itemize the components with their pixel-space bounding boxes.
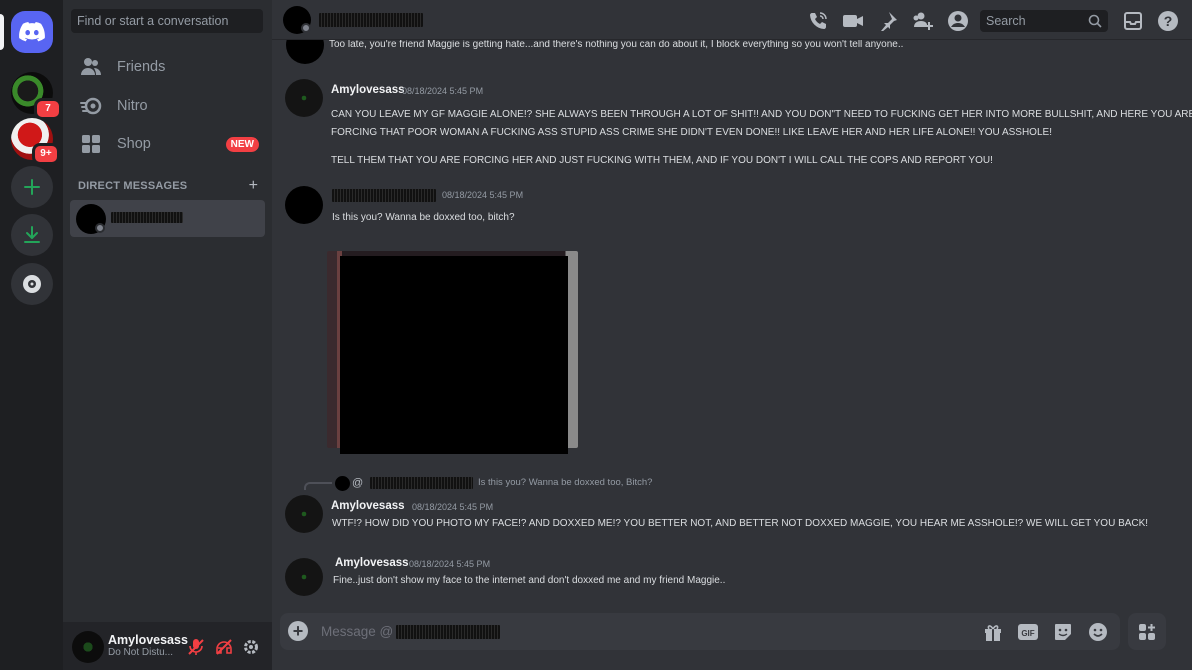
message-text: FORCING THAT POOR WOMAN A FUCKING ASS ST… <box>331 127 1052 138</box>
message-text: Too late, you're friend Maggie is gettin… <box>329 40 904 50</box>
add-server-button[interactable] <box>11 166 53 208</box>
upload-plus-icon[interactable]: + <box>288 621 308 641</box>
message-input-placeholder[interactable]: Message @ <box>321 624 393 639</box>
avatar[interactable] <box>286 40 324 64</box>
user-avatar[interactable] <box>72 631 104 663</box>
search-icon <box>1088 14 1102 28</box>
voice-call-icon[interactable] <box>806 9 830 33</box>
message-timestamp: 08/18/2024 5:45 PM <box>412 502 494 512</box>
download-apps-button[interactable] <box>11 214 53 256</box>
user-panel: Amylovesass Do Not Distu... <box>63 622 272 670</box>
sticker-icon[interactable] <box>1051 620 1075 644</box>
discord-app: 7 9+ Find or start a conversation Friend… <box>0 0 1192 670</box>
message-text: WTF!? HOW DID YOU PHOTO MY FACE!? AND DO… <box>332 518 1149 529</box>
redacted-reply-author <box>370 477 473 489</box>
download-icon <box>24 226 40 243</box>
friends-icon <box>79 55 103 79</box>
add-friends-to-dm-icon[interactable] <box>911 9 935 33</box>
settings-gear-icon[interactable] <box>240 636 262 658</box>
gif-icon[interactable]: GIF <box>1016 620 1040 644</box>
redacted-recipient-name <box>319 13 423 27</box>
inbox-icon[interactable] <box>1121 9 1145 33</box>
svg-text:GIF: GIF <box>1021 629 1034 638</box>
message-text: TELL THEM THAT YOU ARE FORCING HER AND J… <box>331 155 993 166</box>
redacted-username <box>111 212 183 223</box>
message-text: Fine..just don't show my face to the int… <box>333 575 726 586</box>
reply-connector <box>304 482 332 490</box>
message-text: Is this you? Wanna be doxxed too, bitch? <box>332 212 515 223</box>
avatar[interactable] <box>285 558 323 596</box>
message-author[interactable]: Amylovesass <box>331 500 405 512</box>
find-conversation-input[interactable]: Find or start a conversation <box>71 9 263 33</box>
image-attachment[interactable] <box>327 251 578 454</box>
message-timestamp: 08/18/2024 5:45 PM <box>442 190 524 200</box>
direct-messages-header: DIRECT MESSAGES <box>78 180 188 192</box>
dm-sidebar: Find or start a conversation Friends Nit… <box>63 0 272 670</box>
nav-nitro[interactable]: Nitro <box>71 88 265 124</box>
deafen-icon[interactable] <box>213 636 235 658</box>
search-placeholder: Search <box>986 14 1026 28</box>
message-list: Too late, you're friend Maggie is gettin… <box>272 40 1192 612</box>
nav-nitro-label: Nitro <box>117 98 148 114</box>
reply-preview[interactable]: Is this you? Wanna be doxxed too, Bitch? <box>478 477 652 488</box>
message-timestamp: 08/18/2024 5:45 PM <box>402 86 484 96</box>
redacted-message-author <box>332 189 436 202</box>
plus-icon <box>24 179 40 195</box>
pinned-messages-icon[interactable] <box>876 9 900 33</box>
message-composer[interactable]: + Message @ GIF <box>280 613 1120 650</box>
avatar[interactable] <box>285 495 323 533</box>
nitro-icon <box>79 94 103 118</box>
shop-new-badge: NEW <box>225 137 259 152</box>
user-profile-icon[interactable] <box>946 9 970 33</box>
help-icon[interactable]: ? <box>1156 9 1180 33</box>
nav-shop[interactable]: Shop NEW <box>71 126 265 162</box>
server-rail: 7 9+ <box>0 0 63 670</box>
dm-list-item[interactable] <box>70 200 265 237</box>
user-name: Amylovesass <box>108 633 188 647</box>
reply-avatar <box>335 476 350 491</box>
explore-servers-button[interactable] <box>11 263 53 305</box>
discord-logo-icon <box>19 22 45 42</box>
recipient-status-indicator <box>301 23 311 33</box>
message-author[interactable]: Amylovesass <box>331 84 405 96</box>
message-timestamp: 08/18/2024 5:45 PM <box>409 559 491 569</box>
video-call-icon[interactable] <box>841 9 865 33</box>
gift-icon[interactable] <box>981 620 1005 644</box>
compass-icon <box>23 275 41 293</box>
status-indicator <box>95 223 105 233</box>
redacted-recipient-name <box>396 625 500 639</box>
reply-mention-at: @ <box>352 477 364 489</box>
apps-icon <box>1139 623 1155 640</box>
mute-mic-icon[interactable] <box>185 636 207 658</box>
message-text: CAN YOU LEAVE MY GF MAGGIE ALONE!? SHE A… <box>331 109 1192 120</box>
nav-friends[interactable]: Friends <box>71 49 265 85</box>
svg-text:?: ? <box>1164 13 1173 29</box>
create-dm-button[interactable]: + <box>249 177 258 195</box>
redacted-image <box>340 256 568 454</box>
nav-friends-label: Friends <box>117 59 166 75</box>
avatar[interactable] <box>285 79 323 117</box>
message-author[interactable]: Amylovesass <box>335 557 409 569</box>
user-status: Do Not Distu... <box>108 647 174 658</box>
search-input[interactable]: Search <box>980 10 1108 32</box>
emoji-icon[interactable] <box>1086 620 1110 644</box>
nav-shop-label: Shop <box>117 136 151 152</box>
selected-indicator <box>0 14 4 50</box>
chat-header: Search ? <box>272 0 1192 40</box>
avatar[interactable] <box>285 186 323 224</box>
shop-icon <box>79 132 103 156</box>
apps-launcher-button[interactable] <box>1128 613 1166 650</box>
home-button[interactable] <box>11 11 53 53</box>
server-2-mention-badge: 9+ <box>32 143 60 165</box>
server-1-mention-badge: 7 <box>34 98 62 120</box>
